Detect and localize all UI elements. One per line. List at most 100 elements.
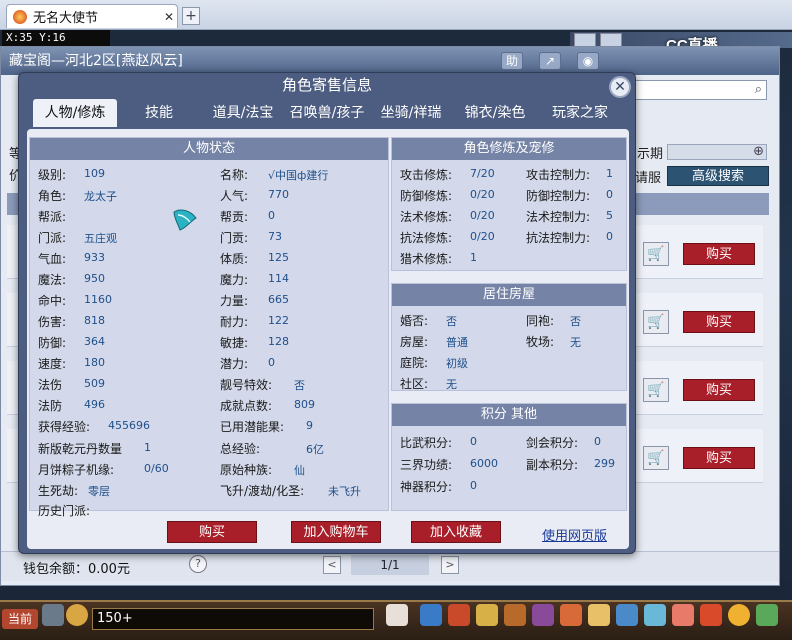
dragon-prince-avatar-icon	[173, 209, 197, 231]
help-button[interactable]: 助	[501, 52, 523, 70]
cultivation-value: 7/20	[470, 167, 495, 180]
buy-button[interactable]: 购买	[683, 243, 755, 265]
status-label: 法伤	[38, 378, 63, 392]
next-page-button[interactable]: >	[441, 556, 459, 574]
item-icon[interactable]	[504, 604, 526, 626]
tab-outfits[interactable]: 锦衣/染色	[453, 99, 537, 127]
cultivation-value: 0/20	[470, 188, 495, 201]
use-web-version-link[interactable]: 使用网页版	[542, 525, 607, 544]
status-value: 509	[84, 377, 105, 390]
status-label: 帮派:	[38, 210, 67, 224]
status-label: 伤害:	[38, 315, 67, 329]
status-label: 力量:	[220, 294, 249, 308]
cart-icon[interactable]: 🛒	[643, 378, 669, 402]
server-label: 请服	[635, 171, 662, 186]
status-value: 6亿	[306, 443, 324, 456]
buy-button[interactable]: 购买	[683, 311, 755, 333]
item-icon[interactable]	[560, 604, 582, 626]
period-select[interactable]: ⊕	[667, 144, 767, 160]
prev-page-button[interactable]: <	[323, 556, 341, 574]
help-icon[interactable]: ?	[189, 555, 207, 573]
points-label: 三界功绩:	[400, 458, 453, 472]
housing-value: 无	[570, 336, 581, 349]
points-value: 6000	[470, 457, 498, 470]
status-label: 魔法:	[38, 273, 67, 287]
minimap-button[interactable]	[574, 33, 596, 47]
market-search-field[interactable]: ⌕	[631, 80, 767, 100]
advanced-search-button[interactable]: 高级搜索	[667, 166, 769, 186]
browser-tab-title: 无名大使节	[33, 11, 99, 26]
status-label: 气血:	[38, 252, 67, 266]
share-button[interactable]: ↗	[539, 52, 561, 70]
scroll-icon[interactable]	[588, 604, 610, 626]
item-icon[interactable]	[616, 604, 638, 626]
cultivation-label: 攻击控制力:	[526, 168, 591, 182]
status-value: 180	[84, 356, 105, 369]
status-value: 496	[84, 398, 105, 411]
weapon-icon[interactable]	[420, 604, 442, 626]
close-tab-icon[interactable]: ✕	[161, 10, 177, 24]
cultivation-value: 0	[606, 188, 613, 201]
tab-home[interactable]: 玩家之家	[537, 99, 623, 127]
new-tab-button[interactable]: +	[182, 7, 200, 25]
role-sale-dialog: 角色寄售信息 ✕ 人物/修炼 技能 道具/法宝 召唤兽/孩子 坐骑/祥瑞 锦衣/…	[18, 72, 636, 554]
status-value: 933	[84, 251, 105, 264]
status-value: 五庄观	[84, 232, 117, 245]
tab-skills[interactable]: 技能	[117, 99, 201, 127]
status-value: 818	[84, 314, 105, 327]
points-value: 0	[470, 435, 477, 448]
status-value: 零层	[88, 485, 110, 498]
buy-button[interactable]: 购买	[167, 521, 257, 543]
emoji-icon[interactable]	[66, 604, 88, 626]
status-value: 122	[268, 314, 289, 327]
points-panel: 积分 其他 比武积分: 0 剑会积分: 0 三界功绩: 6000 副本积分: 2…	[391, 403, 627, 511]
buy-button[interactable]: 购买	[683, 447, 755, 469]
status-value: 665	[268, 293, 289, 306]
chest-icon[interactable]	[448, 604, 470, 626]
panel-header: 人物状态	[30, 138, 388, 160]
status-value: 950	[84, 272, 105, 285]
item-icon[interactable]	[756, 604, 778, 626]
buy-button[interactable]: 购买	[683, 379, 755, 401]
book-icon[interactable]	[644, 604, 666, 626]
cart-icon[interactable]: 🛒	[643, 242, 669, 266]
housing-value: 初级	[446, 357, 468, 370]
microphone-icon[interactable]	[42, 604, 64, 626]
chat-input[interactable]: 150+	[92, 608, 374, 630]
tab-character[interactable]: 人物/修炼	[33, 99, 117, 127]
cultivation-value: 0	[606, 230, 613, 243]
cultivation-label: 法术修炼:	[400, 210, 453, 224]
browser-tab[interactable]: 无名大使节 ✕	[6, 4, 178, 28]
panel-header: 角色修炼及宠修	[392, 138, 626, 160]
face-icon[interactable]	[728, 604, 750, 626]
cultivation-label: 猎术修炼:	[400, 252, 453, 266]
status-label: 总经验:	[220, 442, 261, 456]
search-icon[interactable]: ⌕	[755, 82, 762, 97]
status-label: 原始种族:	[220, 463, 273, 477]
status-label: 门贡:	[220, 231, 249, 245]
market-title-bar: 藏宝阁—河北2区[燕赵风云]	[1, 47, 779, 75]
pet-icon[interactable]	[386, 604, 408, 626]
tab-items[interactable]: 道具/法宝	[201, 99, 285, 127]
housing-panel: 居住房屋 婚否: 否 同袍: 否 房屋: 普通 牧场: 无 庭院: 初级 社区:…	[391, 283, 627, 391]
item-icon[interactable]	[532, 604, 554, 626]
chat-channel-button[interactable]: 当前	[2, 609, 38, 629]
item-icon[interactable]	[476, 604, 498, 626]
item-icon[interactable]	[700, 604, 722, 626]
peach-icon[interactable]	[672, 604, 694, 626]
housing-label: 同袍:	[526, 314, 555, 328]
tab-mounts[interactable]: 坐骑/祥瑞	[369, 99, 453, 127]
page-indicator: 1/1	[351, 555, 429, 575]
close-icon[interactable]: ✕	[609, 76, 631, 98]
cultivation-panel: 角色修炼及宠修 攻击修炼: 7/20 攻击控制力: 1 防御修炼: 0/20 防…	[391, 137, 627, 271]
add-to-cart-button[interactable]: 加入购物车	[291, 521, 381, 543]
add-to-favorites-button[interactable]: 加入收藏	[411, 521, 501, 543]
dialog-tabs: 人物/修炼 技能 道具/法宝 召唤兽/孩子 坐骑/祥瑞 锦衣/染色 玩家之家	[33, 99, 623, 127]
cart-icon[interactable]: 🛒	[643, 446, 669, 470]
status-label: 已用潜能果:	[220, 420, 285, 434]
toolbar-button[interactable]	[600, 33, 622, 47]
tab-pets[interactable]: 召唤兽/孩子	[285, 99, 369, 127]
record-button[interactable]: ◉	[577, 52, 599, 70]
status-label: 名称:	[220, 168, 249, 182]
cart-icon[interactable]: 🛒	[643, 310, 669, 334]
